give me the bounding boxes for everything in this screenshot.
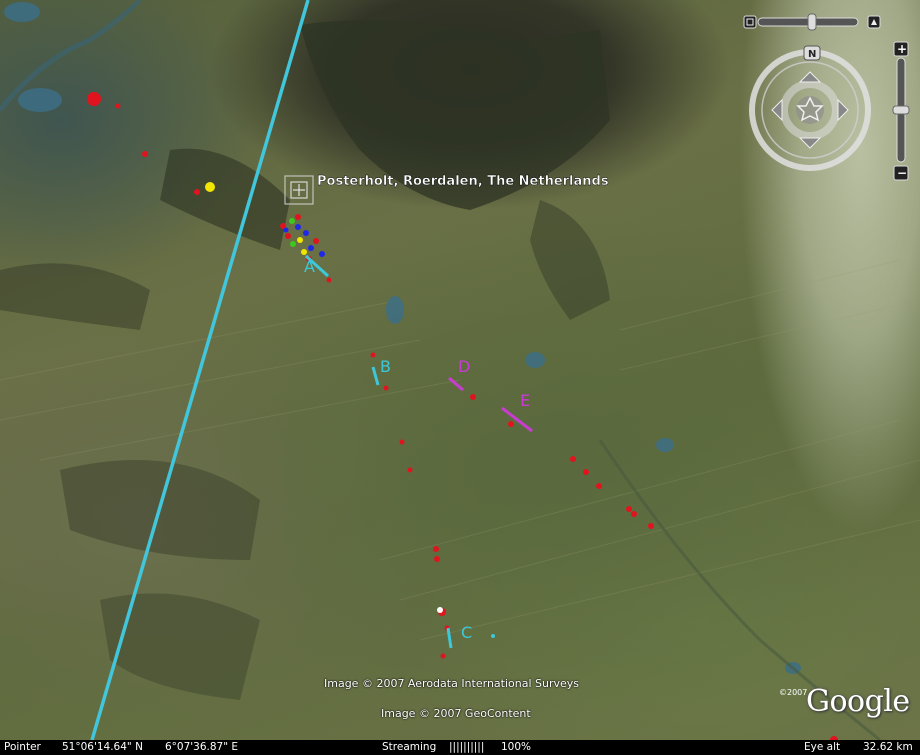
red-dot [648,523,654,529]
tilt-down-button[interactable] [743,15,757,29]
eye-alt-value: 32.62 km [863,741,913,753]
red-dot [194,189,200,195]
red-dot [626,506,632,512]
north-label: N [808,49,816,60]
marker-label-a: A [304,257,315,276]
status-bar: Pointer 51°06'14.64" N 6°07'36.87" E Str… [0,740,920,755]
compass-ring[interactable] [749,49,871,171]
red-dot [370,352,376,358]
red-dot [631,511,637,517]
eye-alt-label: Eye alt [804,741,841,753]
red-dot [326,277,332,283]
placemark-label[interactable]: Posterholt, Roerdalen, The Netherlands [317,174,609,189]
tilt-slider[interactable] [743,13,881,31]
red-dot [399,439,405,445]
cyan-dot [491,634,495,638]
red-dot [434,556,440,562]
look-joystick[interactable] [796,96,824,124]
navigation-controls-svg: N + − [743,13,910,181]
streaming-label: Streaming [382,741,437,753]
navigation-controls: N + − [736,8,920,188]
geocontent-credit: Image © 2007 GeoContent [381,707,531,720]
marker-label-c: C [461,623,472,642]
zoom-out-label: − [897,166,907,180]
streaming-percent: 100% [501,741,532,753]
red-dot [583,469,589,475]
pan-down-arrow-icon[interactable] [798,137,822,149]
pan-up-arrow-icon[interactable] [798,71,822,83]
zoom-slider-thumb[interactable] [892,105,910,115]
red-dot [142,151,148,157]
marker-cluster-a [280,214,325,262]
aerodata-credit: Image © 2007 Aerodata International Surv… [324,677,580,690]
red-dot [87,92,101,106]
marker-label-b: B [380,357,391,376]
segment-e [501,406,533,433]
red-dot [470,394,476,400]
red-dot [115,103,121,109]
pan-right-arrow-icon[interactable] [837,98,849,122]
marker-label-e: E [520,391,530,410]
forest-areas [0,20,610,700]
zoom-slider[interactable]: + − [892,41,910,181]
white-dot [437,607,443,613]
streaming-progress-bar: |||||||||| [449,741,485,753]
yellow-dot [205,182,215,192]
google-logo: Google [806,684,910,719]
tilt-slider-thumb[interactable] [807,13,817,31]
segment-b [371,366,380,386]
pointer-label: Pointer [4,741,41,753]
pointer-longitude: 6°07'36.87" E [165,741,239,753]
zoom-in-label: + [897,42,907,56]
map-viewport[interactable]: Posterholt, Roerdalen, The Netherlands A… [0,0,920,740]
red-dot [596,483,602,489]
red-dot [407,467,413,473]
red-dot [440,653,446,659]
segment-c [446,627,453,649]
segment-d [448,376,464,392]
marker-label-d: D [458,357,470,376]
red-dot [508,421,514,427]
red-dot [570,456,576,462]
red-dot [433,546,439,552]
logo-copyright: ©2007 [779,688,808,697]
red-dot [383,385,389,391]
pointer-latitude: 51°06'14.64" N [62,741,143,753]
pan-left-arrow-icon[interactable] [771,98,783,122]
